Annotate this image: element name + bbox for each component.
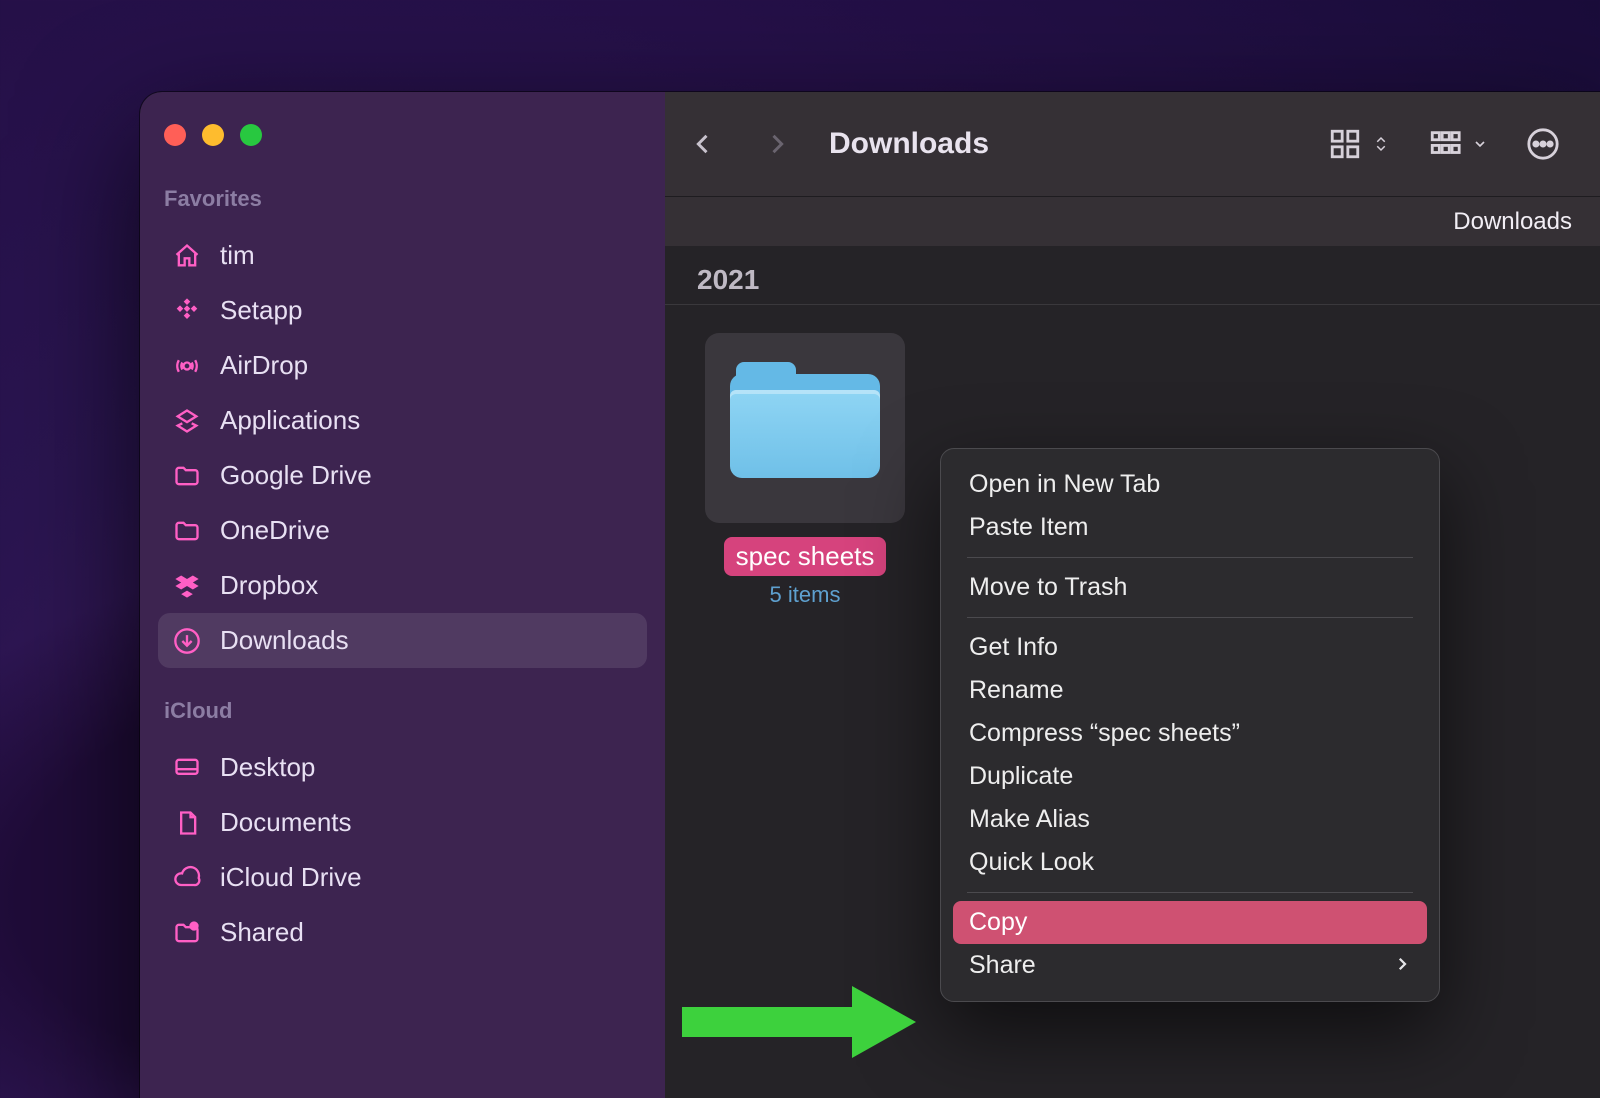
cm-separator: [967, 892, 1413, 893]
group-by-button[interactable]: [1414, 112, 1502, 176]
home-icon: [172, 241, 202, 271]
document-icon: [172, 808, 202, 838]
chevron-right-icon: [1393, 953, 1411, 979]
sidebar-item-label: Desktop: [220, 752, 315, 783]
sidebar-item-label: Downloads: [220, 625, 349, 656]
toolbar: Downloads: [665, 92, 1600, 196]
cm-open-new-tab[interactable]: Open in New Tab: [953, 463, 1427, 506]
sidebar-item-downloads[interactable]: Downloads: [158, 613, 647, 668]
airdrop-icon: [172, 351, 202, 381]
shared-folder-icon: [172, 918, 202, 948]
dropbox-icon: [172, 571, 202, 601]
sidebar-item-label: Shared: [220, 917, 304, 948]
cm-separator: [967, 557, 1413, 558]
group-header: 2021: [665, 246, 1600, 305]
file-name[interactable]: spec sheets: [724, 537, 887, 576]
cm-get-info[interactable]: Get Info: [953, 626, 1427, 669]
sidebar-item-airdrop[interactable]: AirDrop: [158, 338, 647, 393]
sidebar-item-label: Google Drive: [220, 460, 372, 491]
sidebar-item-label: Documents: [220, 807, 352, 838]
cm-copy[interactable]: Copy: [953, 901, 1427, 944]
path-bar: Downloads: [665, 196, 1600, 246]
back-button[interactable]: [671, 112, 735, 176]
path-location[interactable]: Downloads: [1453, 208, 1572, 236]
zoom-window-button[interactable]: [240, 124, 262, 146]
cm-rename[interactable]: Rename: [953, 669, 1427, 712]
minimize-window-button[interactable]: [202, 124, 224, 146]
folder-thumbnail: [705, 333, 905, 523]
setapp-icon: [172, 296, 202, 326]
sidebar-item-google-drive[interactable]: Google Drive: [158, 448, 647, 503]
cm-duplicate[interactable]: Duplicate: [953, 755, 1427, 798]
cm-share[interactable]: Share: [953, 944, 1427, 987]
cm-make-alias[interactable]: Make Alias: [953, 798, 1427, 841]
cm-move-to-trash[interactable]: Move to Trash: [953, 566, 1427, 609]
sidebar-item-dropbox[interactable]: Dropbox: [158, 558, 647, 613]
window-controls: [164, 124, 647, 146]
sidebar-item-shared[interactable]: Shared: [158, 905, 647, 960]
more-actions-button[interactable]: [1512, 112, 1574, 176]
sidebar-section-favorites: Favorites: [164, 186, 647, 212]
window-title: Downloads: [829, 127, 989, 161]
sidebar-item-label: Applications: [220, 405, 360, 436]
folder-icon: [172, 461, 202, 491]
folder-icon: [730, 368, 880, 488]
file-item-count: 5 items: [705, 582, 905, 608]
sidebar-item-label: Dropbox: [220, 570, 318, 601]
cm-separator: [967, 617, 1413, 618]
sidebar-item-applications[interactable]: Applications: [158, 393, 647, 448]
desktop-icon: [172, 753, 202, 783]
sidebar-item-label: Setapp: [220, 295, 302, 326]
sidebar-item-onedrive[interactable]: OneDrive: [158, 503, 647, 558]
sidebar-item-setapp[interactable]: Setapp: [158, 283, 647, 338]
folder-icon: [172, 516, 202, 546]
icon-view-button[interactable]: [1314, 112, 1404, 176]
close-window-button[interactable]: [164, 124, 186, 146]
cm-paste-item[interactable]: Paste Item: [953, 506, 1427, 549]
forward-button[interactable]: [745, 112, 809, 176]
sidebar-item-label: AirDrop: [220, 350, 308, 381]
cm-compress[interactable]: Compress “spec sheets”: [953, 712, 1427, 755]
sidebar-item-desktop[interactable]: Desktop: [158, 740, 647, 795]
sidebar-section-icloud: iCloud: [164, 698, 647, 724]
cloud-icon: [172, 863, 202, 893]
sidebar-item-home[interactable]: tim: [158, 228, 647, 283]
sidebar: Favorites tim Setapp AirDrop Application…: [140, 92, 665, 1098]
cm-quick-look[interactable]: Quick Look: [953, 841, 1427, 884]
sidebar-item-label: iCloud Drive: [220, 862, 362, 893]
file-item-spec-sheets[interactable]: spec sheets 5 items: [705, 333, 905, 608]
sidebar-item-icloud-drive[interactable]: iCloud Drive: [158, 850, 647, 905]
applications-icon: [172, 406, 202, 436]
sidebar-item-label: tim: [220, 240, 255, 271]
sidebar-item-label: OneDrive: [220, 515, 330, 546]
downloads-icon: [172, 626, 202, 656]
context-menu: Open in New Tab Paste Item Move to Trash…: [940, 448, 1440, 1002]
sidebar-item-documents[interactable]: Documents: [158, 795, 647, 850]
